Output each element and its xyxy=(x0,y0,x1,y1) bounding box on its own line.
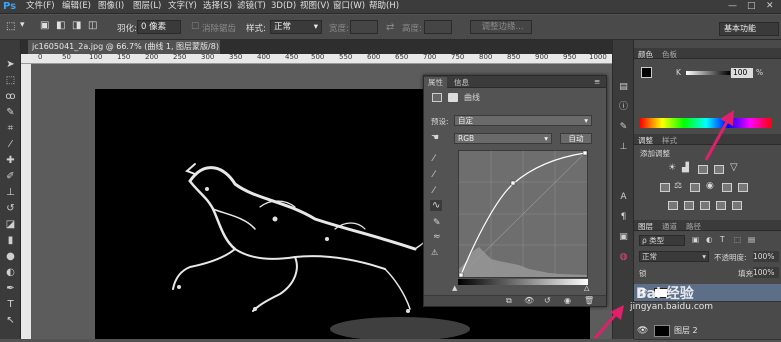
annotation-arrow xyxy=(704,119,730,161)
annotation-arrow xyxy=(593,311,620,339)
watermark-url: jingyan.baidu.com xyxy=(630,302,714,312)
watermark-logo: Bai 经验 xyxy=(636,286,694,302)
